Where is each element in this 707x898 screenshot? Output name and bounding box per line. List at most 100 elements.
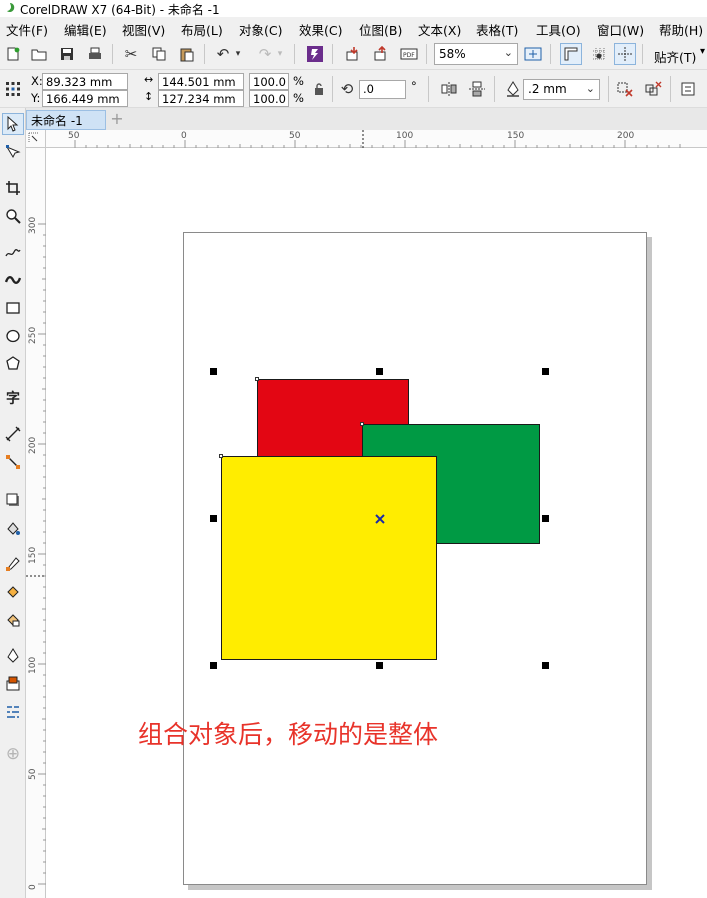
menu-file[interactable]: 文件(F)	[6, 20, 48, 39]
yellow-rectangle[interactable]	[221, 456, 437, 660]
menu-text[interactable]: 文本(X)	[418, 20, 461, 39]
yellow-rectangle-node[interactable]	[219, 454, 223, 458]
menu-table[interactable]: 表格(T)	[476, 20, 518, 39]
selection-handle-top-right[interactable]	[542, 368, 549, 375]
parallel-dimension-tool-icon[interactable]	[2, 423, 24, 445]
snap-to-button[interactable]: 贴齐(T)	[654, 47, 696, 66]
selection-handle-bottom-center[interactable]	[376, 662, 383, 669]
ungroup-all-icon[interactable]	[642, 78, 664, 100]
redo-icon[interactable]: ↷	[254, 43, 276, 65]
polygon-tool-icon[interactable]	[2, 353, 24, 375]
red-rectangle-node[interactable]	[255, 377, 259, 381]
undo-icon[interactable]: ↶	[212, 43, 234, 65]
vertical-ruler[interactable]: 300 250 200 150 100 50 0	[26, 148, 46, 898]
object-origin-icon[interactable]	[2, 78, 24, 100]
selection-handle-middle-right[interactable]	[542, 515, 549, 522]
scale-width-field[interactable]: 100.0	[249, 73, 289, 90]
zoom-tool-icon[interactable]	[2, 205, 24, 227]
publish-pdf-icon[interactable]: PDF	[398, 43, 420, 65]
outline-width-select[interactable]: .2 mm ⌄	[523, 79, 600, 100]
menu-help[interactable]: 帮助(H)	[659, 20, 703, 39]
show-guidelines-icon[interactable]	[614, 43, 636, 65]
h-ruler-label: 50	[289, 131, 301, 141]
freehand-tool-icon[interactable]	[2, 241, 24, 263]
selection-center-marker-icon[interactable]	[375, 514, 385, 524]
paste-icon[interactable]	[176, 43, 198, 65]
artistic-media-tool-icon[interactable]	[2, 269, 24, 291]
v-ruler-label: 150	[28, 546, 38, 564]
x-position-field[interactable]: 89.323 mm	[42, 73, 128, 90]
document-tab[interactable]: 未命名 -1	[26, 110, 106, 130]
new-document-icon[interactable]	[2, 43, 24, 65]
horizontal-ruler[interactable]: 50 0 50 100 150 200	[46, 130, 707, 148]
smart-fill-tool-icon[interactable]	[2, 609, 24, 631]
scale-height-field[interactable]: 100.0	[249, 90, 289, 107]
ruler-origin-corner[interactable]	[26, 130, 46, 148]
export-icon[interactable]	[370, 43, 392, 65]
object-height-field[interactable]: 127.234 mm	[158, 90, 244, 107]
outline-pen-tool-icon[interactable]	[2, 645, 24, 667]
snap-dropdown-icon[interactable]: ▾	[700, 46, 705, 57]
align-distribute-icon[interactable]	[678, 78, 700, 100]
search-content-icon[interactable]	[304, 43, 326, 65]
crop-tool-icon[interactable]	[2, 177, 24, 199]
mirror-horizontal-icon[interactable]	[438, 78, 460, 100]
transparency-tool-icon[interactable]	[2, 517, 24, 539]
drop-shadow-tool-icon[interactable]	[2, 489, 24, 511]
object-properties-tool-icon[interactable]	[2, 701, 24, 723]
menu-object[interactable]: 对象(C)	[239, 20, 282, 39]
h-ruler-label: 150	[507, 131, 525, 141]
object-width-field[interactable]: 144.501 mm	[158, 73, 244, 90]
rotation-angle-field[interactable]: .0	[359, 80, 406, 99]
pick-tool-icon[interactable]	[2, 113, 24, 135]
fill-tool-icon[interactable]	[2, 673, 24, 695]
drawing-canvas[interactable]: 组合对象后，移动的是整体	[46, 148, 707, 898]
import-icon[interactable]	[342, 43, 364, 65]
connector-tool-icon[interactable]	[2, 451, 24, 473]
property-bar: X: Y: 89.323 mm 166.449 mm ↔ ↕ 144.501 m…	[0, 70, 707, 108]
toolbar-separator	[428, 76, 429, 102]
y-position-field[interactable]: 166.449 mm	[42, 90, 128, 107]
copy-icon[interactable]	[148, 43, 170, 65]
print-icon[interactable]	[84, 43, 106, 65]
menu-layout[interactable]: 布局(L)	[181, 20, 223, 39]
menu-edit[interactable]: 编辑(E)	[64, 20, 107, 39]
menu-effects[interactable]: 效果(C)	[299, 20, 342, 39]
v-ruler-label: 250	[28, 326, 38, 344]
interactive-fill-tool-icon[interactable]	[2, 581, 24, 603]
selection-handle-top-center[interactable]	[376, 368, 383, 375]
menu-bitmaps[interactable]: 位图(B)	[359, 20, 402, 39]
vertical-ruler-ticks	[26, 223, 46, 885]
redo-dropdown-icon[interactable]: ▾	[274, 43, 286, 65]
save-icon[interactable]	[56, 43, 78, 65]
selection-handle-middle-left[interactable]	[210, 515, 217, 522]
toolbar-separator	[112, 44, 113, 64]
menu-window[interactable]: 窗口(W)	[597, 20, 644, 39]
ungroup-icon[interactable]	[614, 78, 636, 100]
show-grid-icon[interactable]	[588, 43, 610, 65]
toolbar-separator	[332, 76, 333, 102]
text-tool-icon[interactable]: 字	[2, 387, 24, 409]
menu-view[interactable]: 视图(V)	[122, 20, 165, 39]
menu-tools[interactable]: 工具(O)	[536, 20, 581, 39]
add-document-tab-button[interactable]: +	[107, 110, 127, 130]
undo-dropdown-icon[interactable]: ▾	[232, 43, 244, 65]
zoom-level-select[interactable]: 58% ⌄	[434, 43, 518, 65]
rectangle-tool-icon[interactable]	[2, 297, 24, 319]
show-rulers-icon[interactable]	[560, 43, 582, 65]
color-eyedropper-tool-icon[interactable]	[2, 553, 24, 575]
full-screen-preview-icon[interactable]	[522, 43, 544, 65]
shape-tool-icon[interactable]	[2, 141, 24, 163]
lock-ratio-icon[interactable]	[308, 78, 330, 100]
green-rectangle-node[interactable]	[360, 422, 364, 426]
add-tool-icon[interactable]: ⊕	[2, 743, 24, 765]
open-folder-icon[interactable]	[28, 43, 50, 65]
selection-handle-bottom-left[interactable]	[210, 662, 217, 669]
x-label: X:	[31, 74, 43, 88]
selection-handle-bottom-right[interactable]	[542, 662, 549, 669]
toolbar-separator	[294, 44, 295, 64]
mirror-vertical-icon[interactable]	[466, 78, 488, 100]
selection-handle-top-left[interactable]	[210, 368, 217, 375]
cut-icon[interactable]: ✂	[120, 43, 142, 65]
ellipse-tool-icon[interactable]	[2, 325, 24, 347]
